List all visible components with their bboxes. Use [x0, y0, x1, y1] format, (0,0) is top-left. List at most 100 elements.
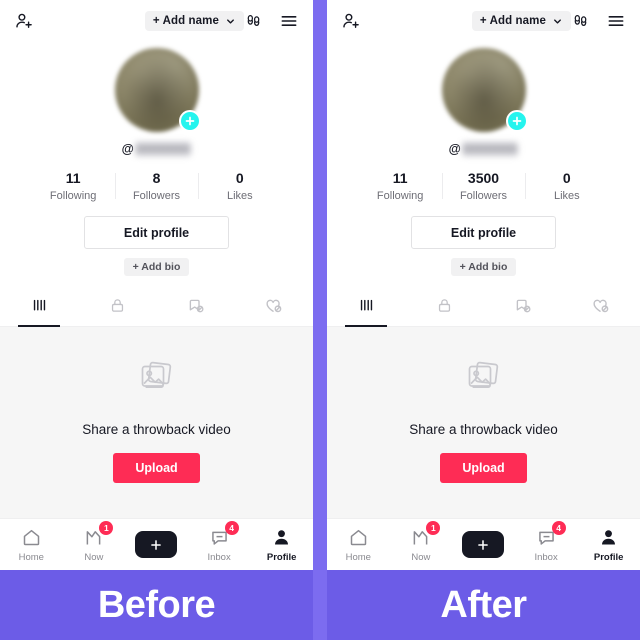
nav-item-home[interactable]: Home [327, 527, 390, 563]
stat-likes[interactable]: 0 Likes [198, 170, 281, 202]
profile-person-icon [271, 527, 292, 548]
nav-item-now[interactable]: 1 Now [63, 520, 126, 563]
upload-button[interactable]: Upload [440, 452, 527, 483]
home-icon [21, 527, 42, 548]
add-name-pill[interactable]: + Add name [144, 11, 244, 31]
stat-label: Following [49, 190, 97, 202]
topbar-right-group [571, 11, 626, 31]
profile-tabs [0, 290, 313, 327]
footsteps-icon[interactable] [244, 12, 263, 31]
nav-item-inbox[interactable]: 4 Inbox [515, 520, 578, 563]
topbar-right-group [244, 11, 299, 31]
profile-header: @ •••••••••••• 11 Following 3500 Followe… [327, 42, 640, 276]
lock-icon [436, 297, 453, 319]
handle-at-symbol: @ [448, 142, 461, 156]
stat-label: Followers [459, 190, 508, 202]
stat-value: 3500 [467, 170, 500, 186]
heart-hidden-icon [264, 296, 283, 320]
nav-badge: 4 [551, 520, 566, 535]
panel-divider [313, 0, 327, 640]
inbox-icon: 4 [209, 520, 239, 548]
top-bar: + Add name [0, 0, 313, 42]
chevron-down-icon [225, 16, 236, 27]
add-name-pill[interactable]: + Add name [471, 11, 571, 31]
add-name-label: + Add name [152, 15, 219, 27]
before-phone-screen: + Add name @ •••••••••••• 11 Following 8… [0, 0, 313, 570]
comparison-stage: + Add name @ •••••••••••• 11 Following 8… [0, 0, 640, 640]
nav-label: Now [84, 551, 104, 563]
tab-private[interactable] [405, 290, 483, 326]
now-icon: 1 [410, 520, 441, 548]
profile-tabs [327, 290, 640, 327]
bottom-navigation-after: Home 1 Now 4 Inbox Profile [327, 518, 640, 570]
upload-button[interactable]: Upload [113, 452, 200, 483]
tab-liked[interactable] [562, 290, 640, 326]
empty-state-before: Share a throwback video Upload [0, 327, 313, 518]
bookmark-hidden-icon [187, 297, 205, 320]
hamburger-menu-icon[interactable] [279, 11, 299, 31]
grid-icon [358, 297, 375, 319]
stats-row-after: 11 Following 3500 Followers 0 Likes [359, 170, 609, 202]
create-plus-icon[interactable] [458, 531, 508, 558]
nav-badge: 4 [224, 520, 239, 535]
nav-label: Now [411, 551, 431, 563]
nav-item-create[interactable] [125, 531, 188, 558]
add-person-icon[interactable] [341, 11, 361, 31]
inbox-icon: 4 [536, 520, 566, 548]
add-name-label: + Add name [479, 15, 546, 27]
tab-private[interactable] [78, 290, 156, 326]
handle-at-symbol: @ [121, 142, 134, 156]
banner-after-half: After [327, 570, 640, 640]
stat-value: 11 [65, 170, 81, 186]
bottom-navigation-before: Home 1 Now 4 Inbox Profile [0, 518, 313, 570]
nav-item-create[interactable] [452, 531, 515, 558]
bookmark-hidden-icon [514, 297, 532, 320]
avatar-add-plus-icon[interactable] [505, 110, 528, 132]
heart-hidden-icon [591, 296, 610, 320]
username-handle: @ •••••••••••• [449, 142, 519, 156]
empty-state-text: Share a throwback video [409, 421, 558, 437]
nav-item-profile[interactable]: Profile [250, 527, 313, 563]
add-person-icon[interactable] [14, 11, 34, 31]
edit-profile-button[interactable]: Edit profile [84, 216, 229, 249]
add-bio-button[interactable]: + Add bio [450, 258, 517, 276]
stat-value: 8 [152, 170, 161, 186]
create-plus-icon[interactable] [131, 531, 181, 558]
grid-icon [31, 297, 48, 319]
stat-following[interactable]: 11 Following [359, 170, 442, 202]
nav-item-home[interactable]: Home [0, 527, 63, 563]
photo-stack-icon [460, 353, 508, 406]
avatar-wrapper[interactable] [441, 48, 528, 132]
footsteps-icon[interactable] [571, 12, 590, 31]
stats-row-before: 11 Following 8 Followers 0 Likes [32, 170, 282, 202]
add-bio-button[interactable]: + Add bio [123, 258, 190, 276]
stat-label: Following [376, 190, 424, 202]
nav-item-now[interactable]: 1 Now [390, 520, 453, 563]
stat-following[interactable]: 11 Following [32, 170, 115, 202]
empty-state-after: Share a throwback video Upload [327, 327, 640, 518]
tab-videos-grid[interactable] [0, 290, 78, 326]
tab-liked[interactable] [235, 290, 313, 326]
stat-likes[interactable]: 0 Likes [525, 170, 608, 202]
empty-state-text: Share a throwback video [82, 421, 231, 437]
before-label: Before [97, 583, 216, 626]
tab-videos-grid[interactable] [327, 290, 405, 326]
top-bar: + Add name [327, 0, 640, 42]
tab-saved[interactable] [484, 290, 562, 326]
hamburger-menu-icon[interactable] [606, 11, 626, 31]
stat-followers[interactable]: 3500 Followers [441, 170, 525, 202]
tab-saved[interactable] [157, 290, 235, 326]
now-icon: 1 [83, 520, 114, 548]
edit-profile-button[interactable]: Edit profile [411, 216, 556, 249]
handle-blurred-text: •••••••••••• [461, 142, 519, 156]
nav-label: Profile [593, 551, 624, 563]
stat-followers[interactable]: 8 Followers [114, 170, 198, 202]
avatar-add-plus-icon[interactable] [178, 110, 201, 132]
stat-label: Likes [553, 190, 580, 202]
chevron-down-icon [552, 16, 563, 27]
avatar-wrapper[interactable] [114, 48, 201, 132]
nav-item-inbox[interactable]: 4 Inbox [188, 520, 251, 563]
nav-label: Profile [266, 551, 297, 563]
nav-label: Inbox [534, 551, 558, 563]
nav-item-profile[interactable]: Profile [577, 527, 640, 563]
